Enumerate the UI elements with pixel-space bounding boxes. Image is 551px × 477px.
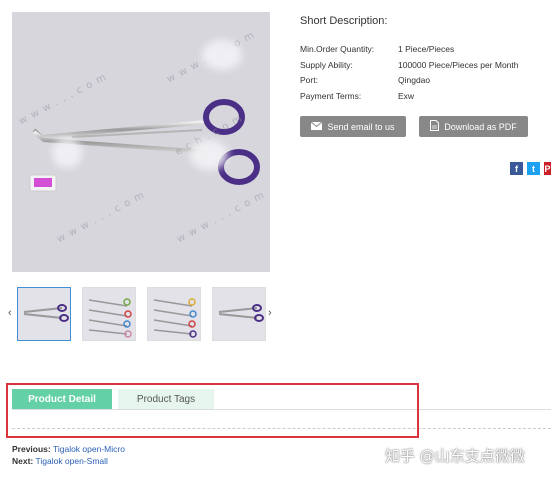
blur-patch [52, 138, 82, 168]
pinterest-share-icon[interactable]: P [544, 162, 551, 175]
spec-label: Min.Order Quantity: [300, 44, 375, 54]
previous-product-nav: Previous: Tigalok open-Micro [12, 444, 125, 454]
facebook-share-icon[interactable]: f [510, 162, 523, 175]
thumbnail-1[interactable] [17, 287, 71, 341]
next-label: Next: [12, 456, 34, 466]
blur-patch [190, 140, 228, 170]
send-email-label: Send email to us [327, 121, 395, 132]
download-pdf-label: Download as PDF [444, 121, 517, 132]
next-product-link[interactable]: Tigalok open-Small [35, 456, 107, 466]
blur-patch [202, 40, 242, 70]
spec-value: 1 Piece/Pieces [398, 44, 455, 54]
thumbnail-next-arrow[interactable]: › [268, 307, 272, 319]
send-email-button[interactable]: Send email to us [300, 116, 406, 137]
spec-value: Exw [398, 91, 415, 101]
previous-product-link[interactable]: Tigalok open-Micro [53, 444, 125, 454]
spec-value: Qingdao [398, 75, 431, 85]
short-description-label: Short Description: [300, 15, 388, 27]
spec-label: Payment Terms: [300, 91, 362, 101]
next-product-nav: Next: Tigalok open-Small [12, 456, 108, 466]
pdf-icon [430, 120, 440, 133]
download-pdf-button[interactable]: Download as PDF [419, 116, 528, 137]
thumbnail-4[interactable] [212, 287, 266, 341]
spec-value: 100000 Piece/Pieces per Month [398, 60, 519, 70]
highlight-box [6, 383, 419, 438]
thumbnail-prev-arrow[interactable]: ‹ [8, 307, 12, 319]
envelope-icon [311, 121, 323, 132]
thumbnail-2[interactable] [82, 287, 136, 341]
spec-label: Port: [300, 75, 318, 85]
thumbnail-3[interactable] [147, 287, 201, 341]
main-product-image[interactable]: w w w . . . c o m w w w . . . c o m e c … [12, 12, 270, 272]
previous-label: Previous: [12, 444, 51, 454]
twitter-share-icon[interactable]: t [527, 162, 540, 175]
zhihu-watermark: 知乎 @山东支点微微 [385, 447, 525, 465]
spec-label: Supply Ability: [300, 60, 353, 70]
